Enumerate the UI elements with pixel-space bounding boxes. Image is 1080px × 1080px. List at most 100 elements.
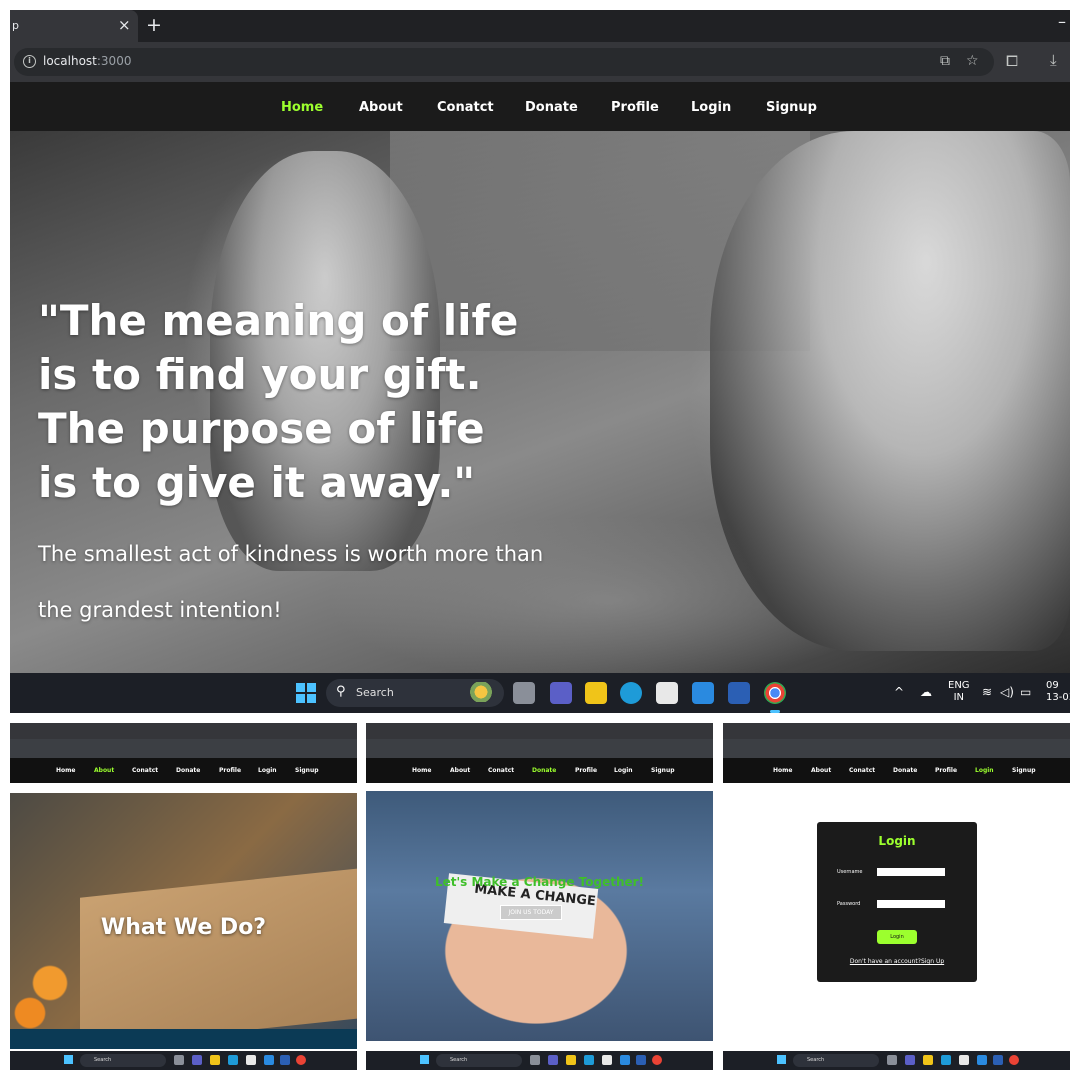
word-icon[interactable] [280,1055,290,1065]
site-navbar: Home About Conatct Donate Profile Login … [10,82,1070,131]
info-icon[interactable]: i [23,55,36,68]
task-view-icon[interactable] [174,1055,184,1065]
nav-signup[interactable]: Signup [766,100,817,115]
file-explorer-icon[interactable] [566,1055,576,1065]
chevron-up-icon[interactable]: ^ [894,685,904,699]
vscode-icon[interactable] [977,1055,987,1065]
edge-icon[interactable] [228,1055,238,1065]
chrome-icon[interactable] [652,1055,662,1065]
taskbar-clock[interactable]: 09 13-03 [1046,680,1070,704]
thumb-nav-home[interactable]: Home [412,767,431,774]
nav-home[interactable]: Home [281,100,323,115]
file-explorer-icon[interactable] [585,682,607,704]
thumb-nav-about[interactable]: About [811,767,831,774]
vscode-icon[interactable] [264,1055,274,1065]
nav-profile[interactable]: Profile [611,100,659,115]
thumb-nav-profile[interactable]: Profile [219,767,241,774]
login-button[interactable]: Login [877,930,917,944]
thumb-nav-contact[interactable]: Conatct [132,767,158,774]
username-label: Username [837,869,863,875]
download-icon[interactable]: ⤓ [1050,51,1057,69]
mini-taskbar-search[interactable]: Search [436,1054,522,1067]
vscode-icon[interactable] [692,682,714,704]
store-icon[interactable] [959,1055,969,1065]
thumb-nav-signup[interactable]: Signup [1012,767,1036,774]
nav-login[interactable]: Login [691,100,731,115]
battery-icon[interactable]: ▭ [1020,685,1031,699]
thumb-nav-donate[interactable]: Donate [893,767,917,774]
windows-start-icon[interactable] [420,1055,429,1064]
language-indicator[interactable]: ENG IN [948,680,970,704]
chrome-icon[interactable] [296,1055,306,1065]
thumb-nav-donate[interactable]: Donate [532,767,556,774]
url-text[interactable]: localhost:3000 [43,54,131,68]
install-app-icon[interactable]: ⧉ [940,53,950,69]
password-input[interactable] [877,900,945,908]
mini-taskbar: Search [723,1051,1070,1070]
windows-start-icon[interactable] [777,1055,786,1064]
thumb-nav-contact[interactable]: Conatct [849,767,875,774]
edge-icon[interactable] [941,1055,951,1065]
thumb-nav-signup[interactable]: Signup [295,767,319,774]
store-icon[interactable] [246,1055,256,1065]
donation-box-image [80,868,357,1048]
thumb-nav-home[interactable]: Home [56,767,75,774]
file-explorer-icon[interactable] [923,1055,933,1065]
word-icon[interactable] [993,1055,1003,1065]
thumb-nav-login[interactable]: Login [258,767,277,774]
tab-close-icon[interactable]: × [118,16,131,34]
task-view-icon[interactable] [887,1055,897,1065]
nav-donate[interactable]: Donate [525,100,578,115]
star-icon[interactable]: ☆ [966,53,979,69]
taskbar-search[interactable]: ⚲ Search [326,679,504,707]
thumb-nav-login[interactable]: Login [975,767,994,774]
join-us-button[interactable]: JOIN US TODAY [500,905,562,920]
wifi-icon[interactable]: ≋ [982,685,992,699]
thumb-nav-contact[interactable]: Conatct [488,767,514,774]
chrome-icon[interactable] [1009,1055,1019,1065]
thumb-nav-about[interactable]: About [450,767,470,774]
nav-contact[interactable]: Conatct [437,100,494,115]
edge-icon[interactable] [620,682,642,704]
edge-icon[interactable] [584,1055,594,1065]
thumb-nav-donate[interactable]: Donate [176,767,200,774]
extensions-icon[interactable]: ⧠ [1006,52,1018,70]
store-icon[interactable] [602,1055,612,1065]
minimize-button[interactable]: – [1058,12,1066,31]
volume-icon[interactable]: ◁) [1000,685,1014,699]
thumb-nav-login[interactable]: Login [614,767,633,774]
address-bar[interactable]: i localhost:3000 ⧉ ☆ [14,48,994,76]
cloud-icon[interactable]: ☁ [920,685,932,699]
new-tab-button[interactable]: + [146,14,162,36]
file-explorer-icon[interactable] [210,1055,220,1065]
url-host: localhost [43,54,97,68]
thumb-nav-signup[interactable]: Signup [651,767,675,774]
browser-tab[interactable]: p × [10,10,138,42]
windows-start-icon[interactable] [296,683,316,703]
task-view-icon[interactable] [513,682,535,704]
taskbar-search-label: Search [356,686,394,699]
thumb-nav-about[interactable]: About [94,767,114,774]
thumb-nav-profile[interactable]: Profile [935,767,957,774]
username-input[interactable] [877,868,945,876]
thumb-nav-home[interactable]: Home [773,767,792,774]
teams-icon[interactable] [192,1055,202,1065]
login-thumb-navbar: Home About Conatct Donate Profile Login … [723,723,1070,783]
mini-taskbar-search[interactable]: Search [80,1054,166,1067]
vscode-icon[interactable] [620,1055,630,1065]
teams-icon[interactable] [548,1055,558,1065]
word-icon[interactable] [728,682,750,704]
mini-taskbar-search[interactable]: Search [793,1054,879,1067]
task-view-icon[interactable] [530,1055,540,1065]
thumb-nav-profile[interactable]: Profile [575,767,597,774]
teams-icon[interactable] [905,1055,915,1065]
store-icon[interactable] [656,682,678,704]
teams-icon[interactable] [550,682,572,704]
chrome-icon[interactable] [764,682,786,704]
nav-about[interactable]: About [359,100,403,115]
login-title: Login [878,834,916,848]
windows-start-icon[interactable] [64,1055,73,1064]
tab-strip: p × + – [10,10,1070,42]
signup-link[interactable]: Don't have an account?Sign Up [817,958,977,965]
word-icon[interactable] [636,1055,646,1065]
